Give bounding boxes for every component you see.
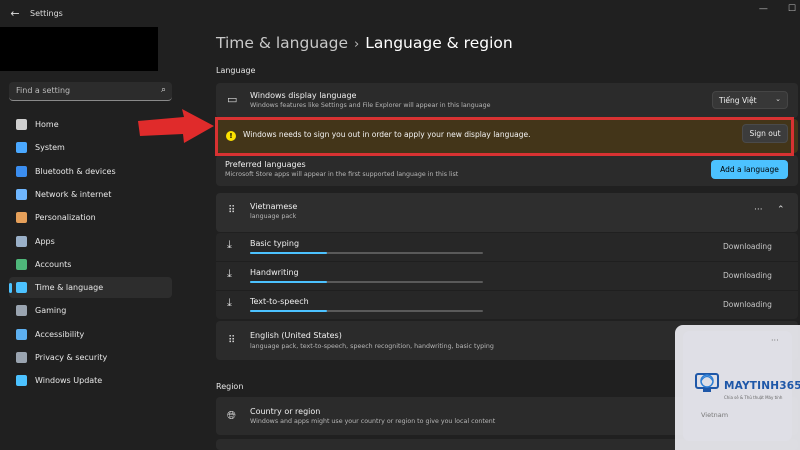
display-language-subtitle: Windows features like Settings and File …	[250, 102, 491, 109]
window-controls: — ☐	[759, 4, 796, 14]
sidebar-item-privacy-security[interactable]: Privacy & security	[9, 347, 172, 368]
language-detail: language pack, text-to-speech, speech re…	[250, 343, 494, 350]
sidebar-item-label: Apps	[35, 236, 55, 246]
sidebar-item-accessibility[interactable]: Accessibility	[9, 324, 172, 345]
language-name: Vietnamese	[250, 202, 298, 211]
language-section-header: Language	[216, 66, 256, 75]
sidebar-item-windows-update[interactable]: Windows Update	[9, 370, 172, 391]
display-language-dropdown[interactable]: Tiếng Việt ⌄	[712, 91, 788, 109]
progress-fill	[250, 310, 327, 312]
active-indicator	[9, 283, 12, 294]
title-bar: ← Settings — ☐	[0, 0, 800, 28]
sidebar-item-label: Accessibility	[35, 329, 85, 339]
vietnamese-features-panel	[216, 233, 798, 319]
search-placeholder: Find a setting	[16, 86, 71, 95]
back-arrow-icon[interactable]: ←	[8, 7, 22, 21]
sidebar-item-label: Bluetooth & devices	[35, 166, 116, 176]
search-icon[interactable]: ⌕	[161, 85, 166, 95]
sidebar-item-gaming[interactable]: Gaming	[9, 300, 172, 321]
sidebar-item-personalization[interactable]: Personalization	[9, 207, 172, 228]
download-progress	[250, 310, 483, 312]
dropdown-value: Tiếng Việt	[719, 96, 757, 105]
drag-handle-icon[interactable]: ⠿	[228, 205, 235, 216]
apps-icon	[16, 235, 27, 247]
download-icon: ⤓	[227, 296, 232, 309]
country-region-title: Country or region	[250, 407, 321, 416]
breadcrumb: Time & language › Language & region	[216, 34, 513, 52]
accessibility-icon	[16, 328, 27, 340]
search-input[interactable]: Find a setting ⌕	[9, 82, 172, 101]
home-icon	[16, 119, 27, 130]
sidebar-item-label: System	[35, 143, 65, 153]
wifi-icon	[16, 188, 27, 200]
maximize-icon[interactable]: ☐	[788, 4, 796, 14]
drag-handle-icon[interactable]: ⠿	[228, 335, 235, 346]
globe-clock-icon	[16, 282, 27, 294]
profile-area[interactable]	[0, 27, 158, 71]
breadcrumb-parent[interactable]: Time & language	[216, 34, 348, 52]
region-section-header: Region	[216, 382, 244, 391]
watermark-tagline: Chia sẻ & Thủ thuật Máy tính	[724, 395, 783, 400]
add-language-button[interactable]: Add a language	[711, 160, 788, 179]
minimize-icon[interactable]: —	[759, 4, 768, 14]
chevron-down-icon: ⌄	[775, 95, 781, 103]
update-icon	[16, 375, 27, 387]
monitor-icon: ▭	[227, 93, 238, 106]
accounts-icon	[16, 258, 27, 270]
region-value: Vietnam	[701, 411, 729, 419]
chevron-up-icon[interactable]: ⌃	[777, 205, 785, 215]
feature-name: Handwriting	[250, 268, 299, 277]
sidebar-item-label: Time & language	[35, 283, 104, 293]
download-icon: ⤓	[227, 267, 232, 280]
sidebar-item-label: Accounts	[35, 259, 72, 269]
maytinh365-logo	[695, 373, 719, 392]
sidebar-item-apps[interactable]: Apps	[9, 231, 172, 252]
sidebar-item-label: Windows Update	[35, 376, 103, 386]
brush-icon	[16, 212, 27, 224]
download-progress	[250, 252, 483, 254]
language-detail: language pack	[250, 213, 297, 220]
sidebar-item-bluetooth-devices[interactable]: Bluetooth & devices	[9, 161, 172, 182]
sidebar-item-label: Personalization	[35, 213, 96, 223]
display-language-card	[216, 83, 798, 118]
more-options-icon[interactable]: ···	[754, 205, 763, 215]
gaming-icon	[16, 305, 27, 317]
progress-fill	[250, 252, 327, 254]
watermark-brand: MAYTINH365	[724, 380, 800, 392]
bluetooth-icon	[16, 165, 27, 177]
download-progress	[250, 281, 483, 283]
feature-name: Basic typing	[250, 239, 300, 248]
shield-icon	[16, 352, 27, 363]
window-title: Settings	[30, 9, 63, 18]
sidebar-item-accounts[interactable]: Accounts	[9, 254, 172, 275]
progress-fill	[250, 281, 327, 283]
highlight-box	[215, 117, 794, 156]
sidebar-item-network-internet[interactable]: Network & internet	[9, 184, 172, 205]
preferred-languages-subtitle: Microsoft Store apps will appear in the …	[225, 171, 459, 178]
chevron-right-icon: ›	[354, 37, 360, 52]
feature-divider	[216, 290, 798, 291]
sidebar-item-label: Gaming	[35, 306, 67, 316]
page-title: Language & region	[365, 34, 513, 52]
download-status: Downloading	[723, 271, 772, 280]
country-region-subtitle: Windows and apps might use your country …	[250, 418, 496, 425]
globe-icon: 🌐︎	[227, 409, 236, 422]
language-name: English (United States)	[250, 331, 342, 340]
system-icon	[16, 142, 27, 154]
feature-divider	[216, 261, 798, 262]
sidebar-item-time-language[interactable]: Time & language	[9, 277, 172, 299]
feature-name: Text-to-speech	[250, 297, 309, 306]
download-status: Downloading	[723, 300, 772, 309]
red-arrow-icon	[138, 109, 214, 143]
sidebar-item-label: Privacy & security	[35, 353, 108, 362]
sidebar-item-label: Network & internet	[35, 189, 112, 199]
display-language-title: Windows display language	[250, 91, 357, 100]
download-status: Downloading	[723, 242, 772, 251]
preferred-languages-title: Preferred languages	[225, 160, 306, 169]
more-options-icon: ···	[771, 336, 779, 345]
download-icon: ⤓	[227, 238, 232, 251]
language-item-vietnamese[interactable]	[216, 193, 798, 232]
sidebar-item-label: Home	[35, 120, 59, 129]
